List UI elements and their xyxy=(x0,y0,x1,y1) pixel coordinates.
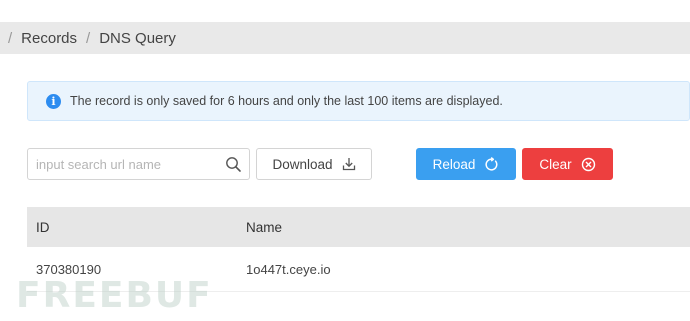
cell-name: 1o447t.ceye.io xyxy=(246,261,331,277)
download-button[interactable]: Download xyxy=(256,148,372,180)
column-header-name: Name xyxy=(246,219,283,235)
refresh-icon xyxy=(485,156,498,171)
table-row[interactable]: 370380190 1o447t.ceye.io xyxy=(27,247,690,292)
search-field[interactable] xyxy=(27,148,250,180)
cell-id: 370380190 xyxy=(36,261,102,277)
breadcrumb-records[interactable]: Records xyxy=(21,30,77,47)
download-label: Download xyxy=(272,156,333,172)
search-input[interactable] xyxy=(36,150,226,178)
alert-text: The record is only saved for 6 hours and… xyxy=(70,94,503,108)
column-header-id: ID xyxy=(36,219,50,235)
clear-button[interactable]: Clear xyxy=(522,148,613,180)
top-strip xyxy=(0,0,690,22)
breadcrumb-dns-query: DNS Query xyxy=(99,29,176,47)
info-alert: i The record is only saved for 6 hours a… xyxy=(27,81,690,121)
close-circle-icon xyxy=(581,157,595,171)
breadcrumb-separator: / xyxy=(86,29,91,47)
reload-button[interactable]: Reload xyxy=(416,148,516,180)
search-icon[interactable] xyxy=(225,156,242,173)
clear-label: Clear xyxy=(539,156,572,172)
breadcrumb-separator: / xyxy=(8,29,13,47)
table-header: ID Name xyxy=(27,207,690,247)
download-icon xyxy=(342,158,355,171)
info-icon: i xyxy=(46,93,61,109)
breadcrumb: / Records / DNS Query xyxy=(0,22,690,54)
reload-label: Reload xyxy=(432,156,476,172)
